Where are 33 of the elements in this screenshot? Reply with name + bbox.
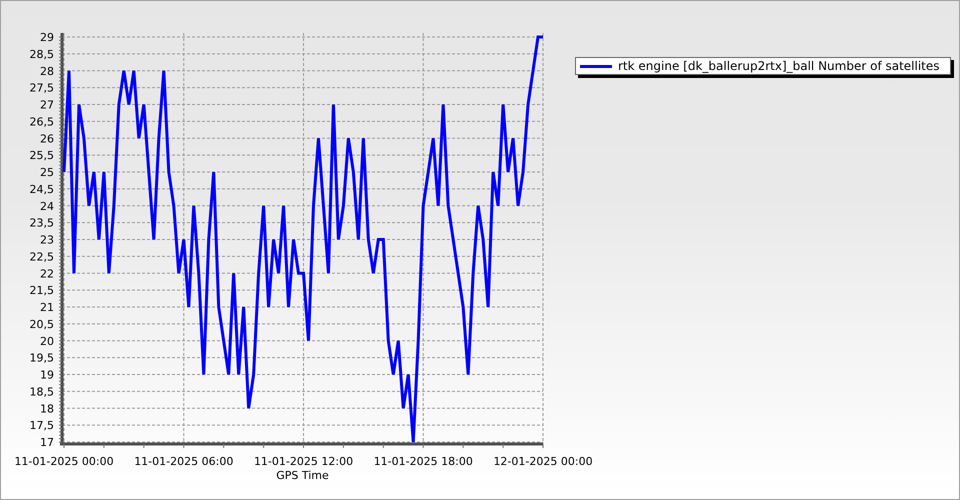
tick-label: 22 bbox=[40, 267, 54, 280]
tick-label: 24 bbox=[40, 200, 54, 213]
tick-label: 11-01-2025 06:00 bbox=[134, 455, 234, 468]
tick-label: 17 bbox=[40, 436, 54, 449]
tick-label: 28 bbox=[40, 64, 54, 78]
tick-label: 18 bbox=[40, 402, 54, 416]
tick-label: 22,5 bbox=[30, 250, 54, 264]
tick-label: 20,5 bbox=[30, 318, 54, 331]
tick-label: 27,5 bbox=[30, 82, 54, 95]
tick-label: 21,5 bbox=[30, 284, 54, 298]
tick-label: 11-01-2025 12:00 bbox=[254, 455, 354, 468]
tick-label: 19 bbox=[40, 368, 54, 382]
tick-label: 26 bbox=[40, 132, 54, 146]
legend-label: rtk engine [dk_ballerup2rtx]_ball Number of satellites bbox=[618, 59, 940, 73]
tick-label: 25 bbox=[40, 166, 54, 179]
tick-label: 26,5 bbox=[30, 115, 54, 128]
tick-label: 27 bbox=[40, 98, 54, 112]
tick-label: 11-01-2025 00:00 bbox=[14, 455, 114, 468]
tick-label: 25,5 bbox=[30, 149, 54, 162]
tick-label: 12-01-2025 00:00 bbox=[493, 455, 593, 468]
tick-label: 24,5 bbox=[30, 182, 54, 196]
tick-label: 29 bbox=[40, 31, 54, 44]
tick-label: 17,5 bbox=[30, 419, 54, 432]
tick-label: 11-01-2025 18:00 bbox=[374, 455, 473, 468]
line-swatch-icon bbox=[580, 64, 612, 68]
axis-title: GPS Time bbox=[276, 469, 329, 482]
tick-label: 18,5 bbox=[30, 385, 54, 398]
tick-label: 28,5 bbox=[30, 48, 54, 61]
tick-label: 21 bbox=[40, 301, 54, 314]
tick-label: 23,5 bbox=[30, 216, 54, 230]
tick-label: 19,5 bbox=[30, 352, 54, 365]
tick-label: 23 bbox=[40, 234, 54, 246]
tick-label: 20 bbox=[40, 334, 54, 348]
